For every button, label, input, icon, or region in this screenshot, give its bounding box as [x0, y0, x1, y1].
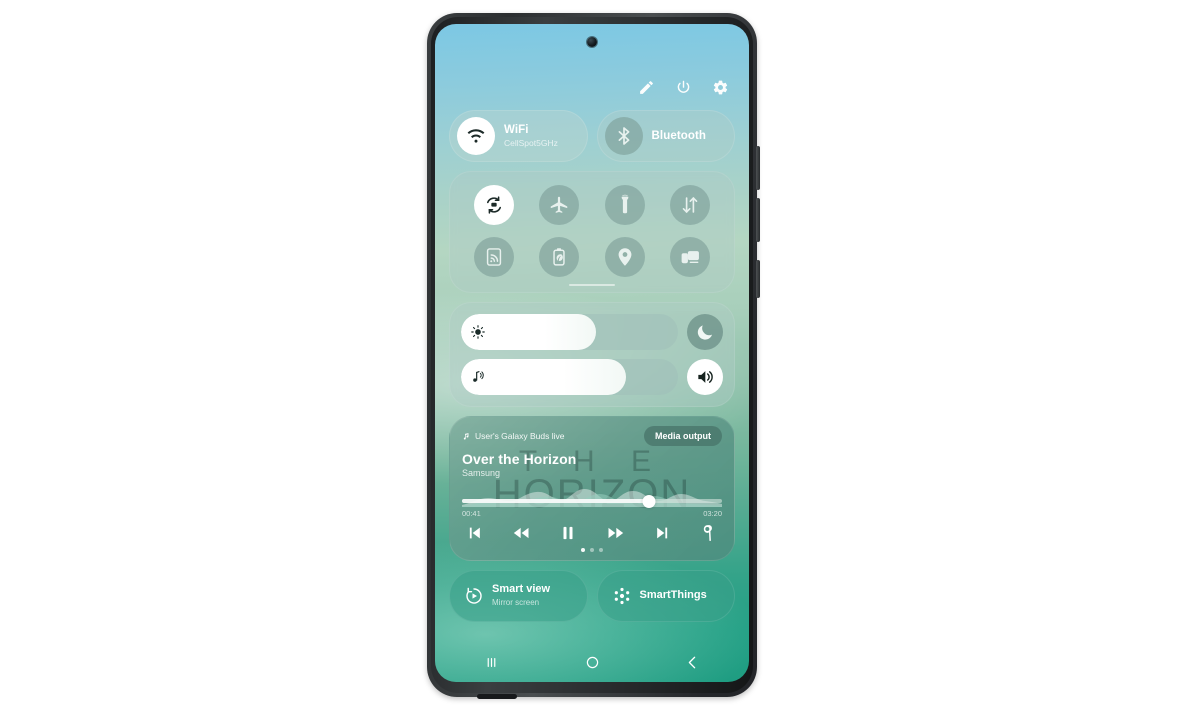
brightness-slider[interactable]: [461, 314, 678, 350]
smartthings-text: SmartThings: [640, 589, 707, 603]
page-dot[interactable]: [590, 548, 594, 552]
bluetooth-text: Bluetooth: [652, 129, 707, 143]
seek-knob[interactable]: [642, 495, 656, 508]
android-navigation-bar: [449, 648, 735, 676]
bluetooth-tile[interactable]: Bluetooth: [596, 110, 735, 162]
smart-view-icon: [464, 586, 484, 606]
power-saving-icon[interactable]: [539, 237, 580, 277]
charging-port: [477, 694, 517, 699]
media-track-artist: Samsung: [462, 468, 501, 478]
volume-slider-row: [461, 359, 723, 395]
media-player-content: User's Galaxy Buds live Media output Ove…: [462, 426, 722, 552]
front-camera-punch-hole: [587, 37, 597, 47]
bottom-tiles-row: Smart view Mirror screen SmartThings: [449, 570, 735, 622]
phone-screen: WiFi CellSpot5GHz Bluetooth T H E User's…: [435, 24, 749, 682]
bluetooth-title: Bluetooth: [651, 129, 707, 142]
wifi-icon[interactable]: [457, 117, 495, 155]
earbuds-icon[interactable]: [700, 523, 720, 543]
sliders-card: [449, 302, 735, 407]
back-icon[interactable]: [684, 654, 701, 671]
skip-previous-icon[interactable]: [464, 523, 484, 543]
auto-rotate-icon[interactable]: [473, 185, 514, 225]
connectivity-row: WiFi CellSpot5GHz Bluetooth: [449, 110, 735, 162]
smart-view-title: Smart view: [492, 583, 551, 596]
skip-next-icon[interactable]: [653, 523, 673, 543]
media-duration-time: 03:20: [703, 509, 722, 518]
page-dot[interactable]: [581, 548, 585, 552]
media-player-top-row: User's Galaxy Buds live Media output: [462, 426, 722, 446]
wifi-network-name: CellSpot5GHz: [504, 138, 558, 149]
media-volume-icon: [470, 369, 486, 385]
power-icon[interactable]: [675, 79, 692, 96]
panel-drag-handle[interactable]: [569, 283, 615, 286]
media-device-label: User's Galaxy Buds live: [475, 431, 565, 441]
smart-view-tile[interactable]: Smart view Mirror screen: [449, 570, 588, 622]
mobile-data-icon[interactable]: [670, 185, 711, 225]
dark-mode-button[interactable]: [687, 314, 723, 350]
sound-mode-button[interactable]: [687, 359, 723, 395]
volume-up-button[interactable]: [756, 146, 760, 190]
media-device-row: User's Galaxy Buds live: [462, 431, 565, 441]
media-track-title: Over the Horizon: [462, 451, 577, 467]
media-page-dots: [462, 548, 722, 552]
airplane-icon[interactable]: [539, 185, 580, 225]
wifi-text: WiFi CellSpot5GHz: [504, 123, 558, 149]
rewind-icon[interactable]: [511, 523, 531, 543]
waveform-graphic: [462, 489, 722, 507]
wifi-title: WiFi: [504, 123, 529, 136]
brightness-icon: [470, 324, 486, 340]
smartthings-tile[interactable]: SmartThings: [596, 570, 735, 622]
brightness-slider-row: [461, 314, 723, 350]
fast-forward-icon[interactable]: [606, 523, 626, 543]
settings-icon[interactable]: [712, 79, 729, 96]
page-dot[interactable]: [599, 548, 603, 552]
music-note-icon: [462, 432, 471, 441]
screenshot-stage: WiFi CellSpot5GHz Bluetooth T H E User's…: [0, 0, 1200, 711]
quick-toggle-grid-card: [449, 171, 735, 293]
media-controls-row: [462, 523, 722, 543]
smart-view-subtitle: Mirror screen: [492, 598, 540, 608]
flashlight-icon[interactable]: [604, 185, 645, 225]
media-volume-slider[interactable]: [461, 359, 678, 395]
nfc-icon[interactable]: [473, 237, 514, 277]
home-icon[interactable]: [584, 654, 601, 671]
screen-mirror-icon[interactable]: [670, 237, 711, 277]
phone-device-frame: WiFi CellSpot5GHz Bluetooth T H E User's…: [427, 13, 760, 699]
media-elapsed-time: 00:41: [462, 509, 481, 518]
media-output-button[interactable]: Media output: [644, 426, 722, 446]
smart-view-text: Smart view Mirror screen: [492, 583, 550, 608]
seek-progress: [462, 499, 650, 503]
media-player-card: T H E HORIZON User's Galaxy Buds live M: [449, 416, 735, 561]
quick-settings-panel: WiFi CellSpot5GHz Bluetooth T H E User's…: [435, 24, 749, 682]
wifi-tile[interactable]: WiFi CellSpot5GHz: [449, 110, 588, 162]
edit-icon[interactable]: [638, 79, 655, 96]
quick-toggle-grid: [461, 185, 723, 277]
media-times-row: 00:41 03:20: [462, 509, 722, 518]
media-waveform-seekbar[interactable]: [462, 485, 722, 508]
quick-panel-header: [449, 70, 735, 104]
location-pin-icon[interactable]: [604, 237, 645, 277]
volume-down-button[interactable]: [756, 198, 760, 242]
smartthings-icon: [612, 586, 632, 606]
recents-icon[interactable]: [483, 654, 500, 671]
bluetooth-icon[interactable]: [604, 117, 643, 155]
smartthings-title: SmartThings: [639, 589, 707, 602]
side-power-button[interactable]: [756, 260, 760, 298]
pause-icon[interactable]: [558, 523, 578, 543]
